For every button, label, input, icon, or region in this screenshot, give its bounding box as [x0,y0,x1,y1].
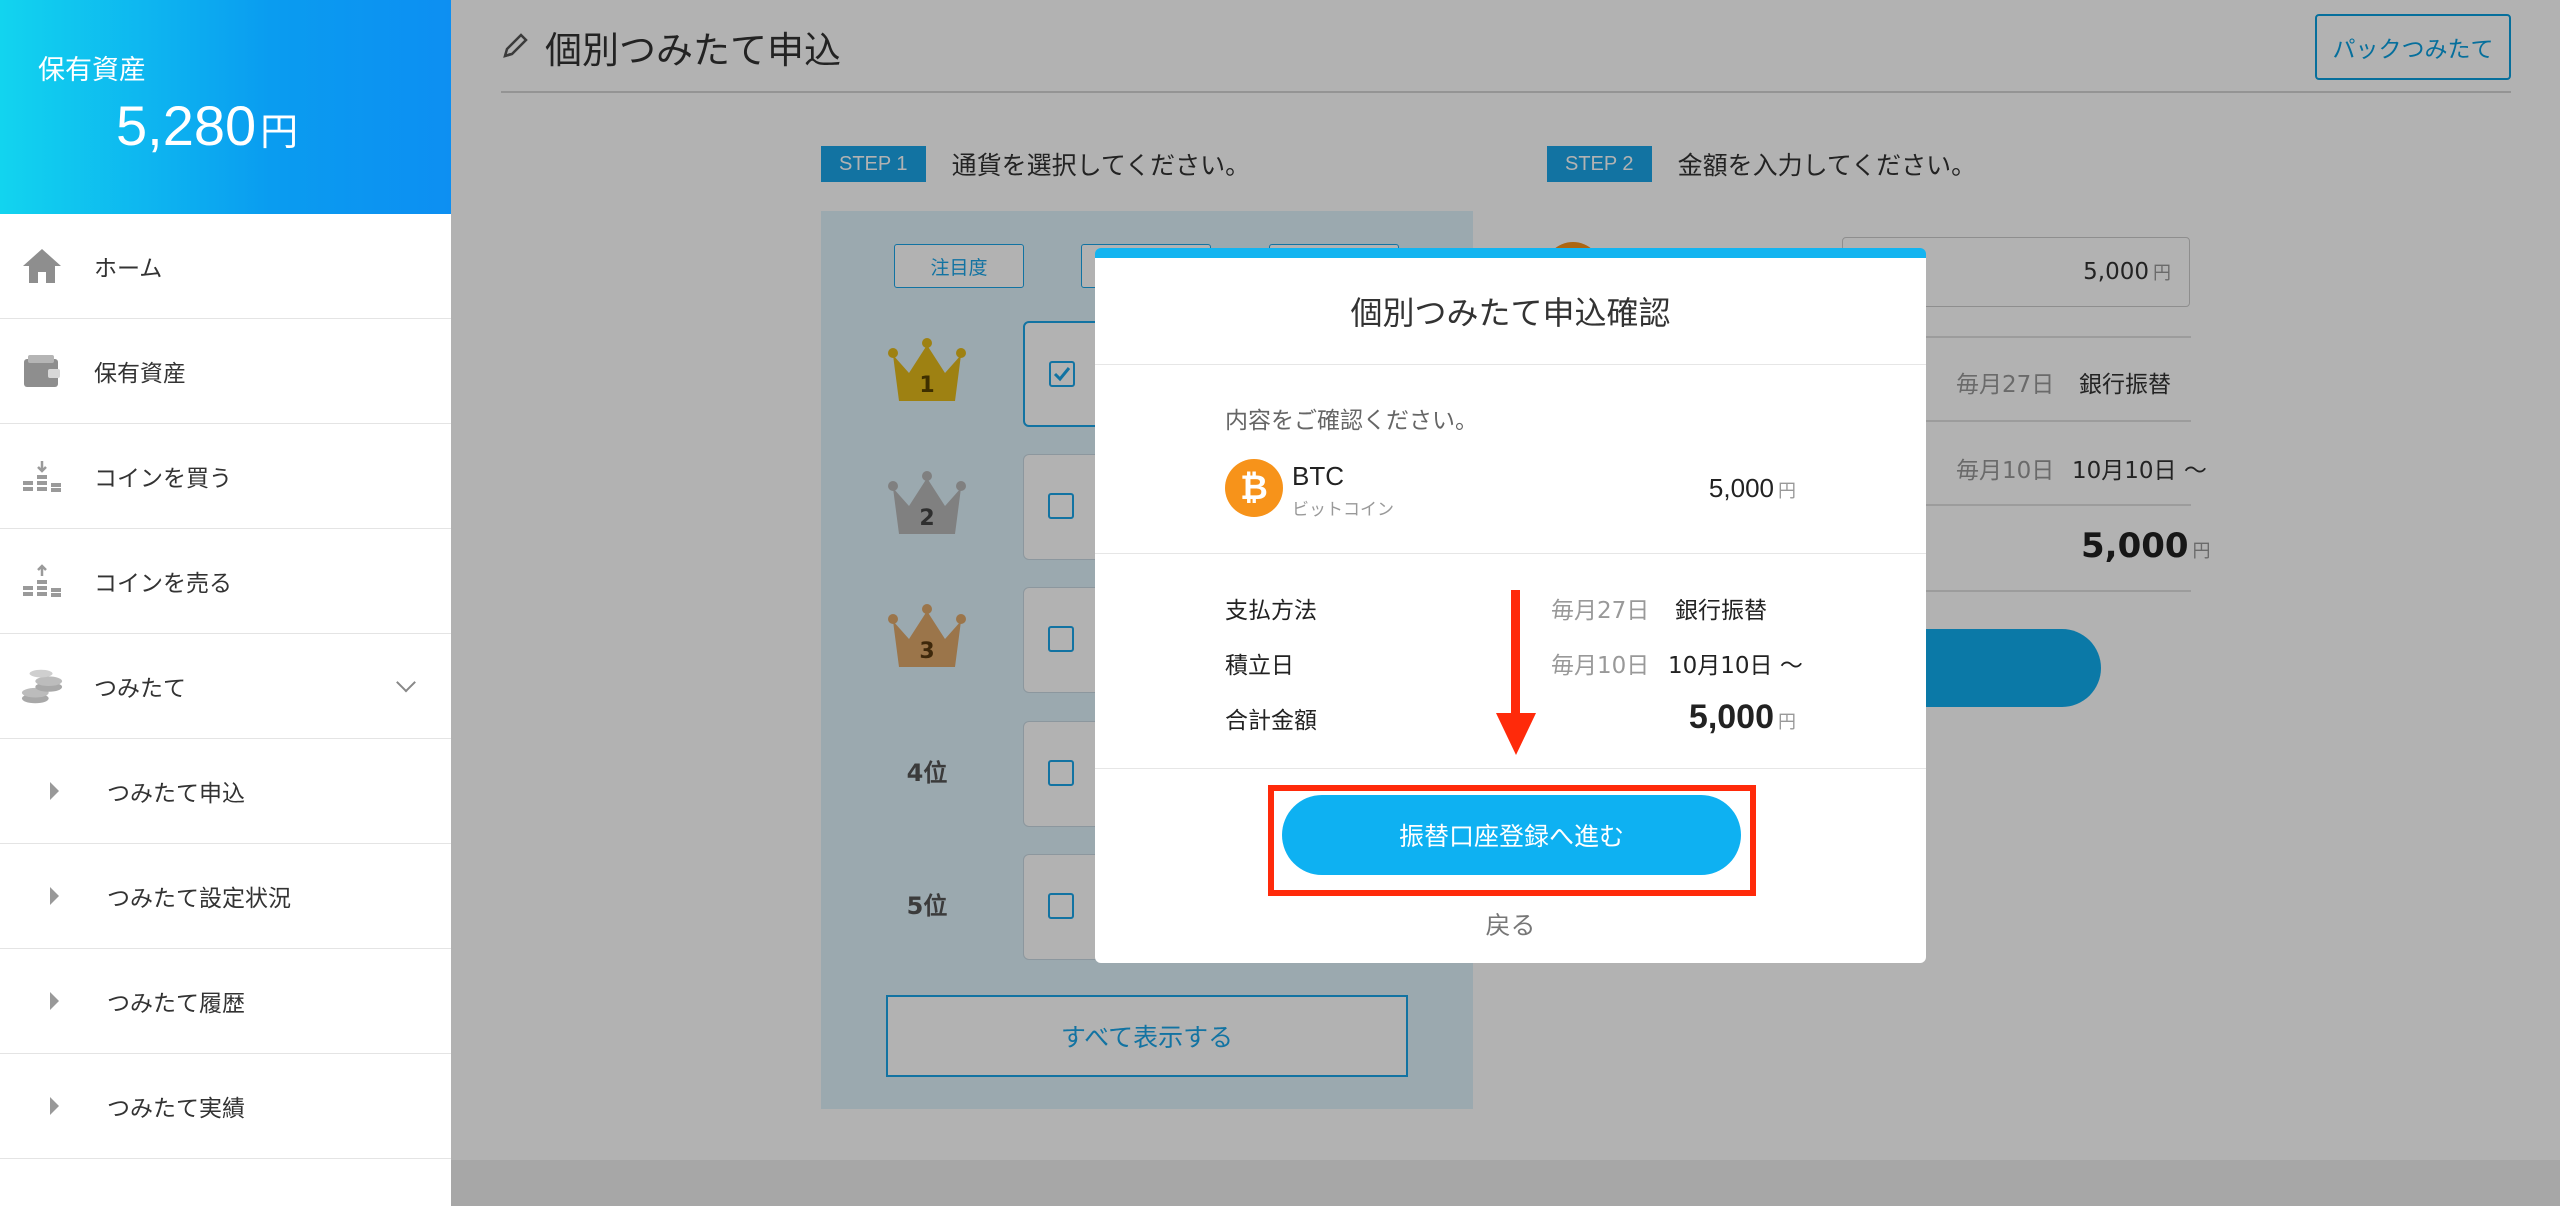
caret-right-icon [50,887,59,905]
accumulation-day-label: 積立日 [1225,653,1294,679]
caret-right-icon [50,992,59,1010]
sidebar-subitem-label: つみたて実績 [107,1096,245,1122]
sidebar-subitem-performance[interactable]: つみたて実績 [0,1054,451,1159]
sidebar-subitem-apply[interactable]: つみたて申込 [0,739,451,844]
coins-stack-icon [20,664,64,708]
proceed-to-account-registration-button[interactable]: 振替口座登録へ進む [1282,795,1741,875]
sidebar-item-label: 保有資産 [94,361,186,387]
sidebar-item-label: ホーム [94,256,163,282]
confirm-modal: 個別つみたて申込確認 内容をご確認ください。 ₿ BTC ビットコイン 5,00… [1095,248,1926,963]
coin-symbol: BTC [1292,461,1344,491]
sidebar-subitem-label: つみたて設定状況 [107,886,291,912]
total-amount: 5,000 円 [1689,698,1796,737]
caret-right-icon [50,1097,59,1115]
payment-day: 毎月27日 [1551,598,1650,624]
sidebar-item-tsumitate[interactable]: つみたて [0,634,451,739]
asset-value: 5,280 [116,94,257,157]
accumulation-day: 毎月10日 [1551,653,1650,679]
divider [1095,553,1926,554]
sidebar-subitem-settings[interactable]: つみたて設定状況 [0,844,451,949]
payment-method-label: 支払方法 [1225,598,1317,624]
chevron-down-icon[interactable] [396,672,416,693]
total-amount-value: 5,000 [1688,698,1774,736]
coin-sell-icon [20,559,64,603]
divider [1095,768,1926,769]
annotation-arrow-shaft [1511,590,1520,720]
sidebar-item-buy-coin[interactable]: コインを買う [0,424,451,529]
total-amount-unit: 円 [1778,712,1796,733]
asset-label: 保有資産 [38,55,146,86]
back-link[interactable]: 戻る [1095,906,1926,942]
caret-right-icon [50,782,59,800]
coin-amount-unit: 円 [1778,481,1796,501]
total-amount-label: 合計金額 [1225,708,1317,734]
sidebar: 保有資産 5,280円 ホーム 保有資産 コインを買う コインを売る つみたて [0,0,451,1206]
sidebar-item-label: つみたて [94,676,186,702]
annotation-arrow-down-icon [1496,713,1536,755]
sidebar-item-sell-coin[interactable]: コインを売る [0,529,451,634]
home-icon [20,244,64,288]
coin-buy-icon [20,454,64,498]
coin-name: ビットコイン [1292,500,1394,520]
bitcoin-icon: ₿ [1225,459,1283,517]
sidebar-subitem-label: つみたて履歴 [107,991,245,1017]
sidebar-subitem-label: つみたて申込 [107,781,245,807]
sidebar-item-home[interactable]: ホーム [0,214,451,319]
payment-method: 銀行振替 [1675,598,1767,624]
modal-title: 個別つみたて申込確認 [1095,258,1926,365]
sidebar-item-label: コインを買う [94,466,232,492]
wallet-icon [20,349,64,393]
asset-value-row: 5,280 円 [38,93,451,158]
asset-unit: 円 [260,110,299,154]
confirm-instruction: 内容をご確認ください。 [1225,408,1478,434]
sidebar-subitem-history[interactable]: つみたて履歴 [0,949,451,1054]
asset-summary: 保有資産 5,280 円 [0,0,451,214]
coin-amount-value: 5,000 [1708,473,1774,503]
accumulation-start: 10月10日 〜 [1668,653,1803,679]
sidebar-item-assets[interactable]: 保有資産 [0,319,451,424]
sidebar-item-label: コインを売る [94,571,232,597]
coin-amount: 5,000 円 [1709,473,1796,504]
